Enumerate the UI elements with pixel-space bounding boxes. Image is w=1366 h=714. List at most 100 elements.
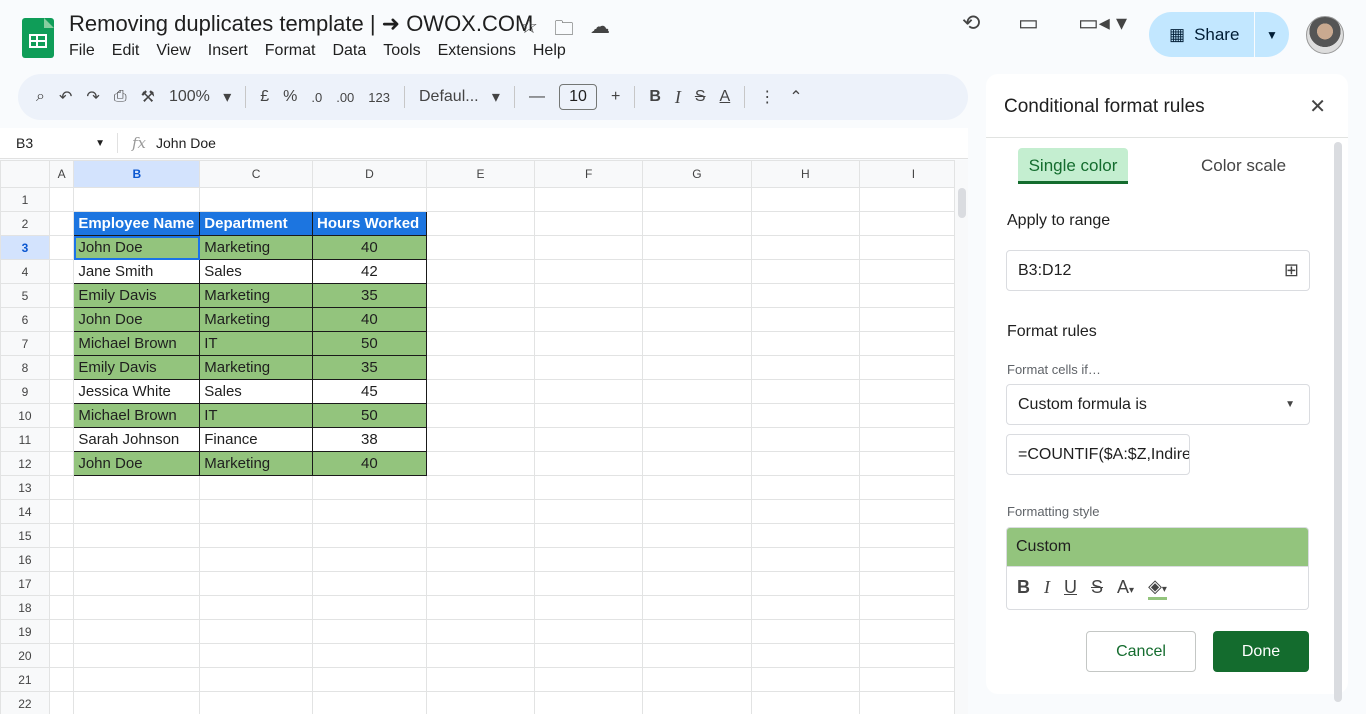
redo-icon[interactable]: ↷ xyxy=(86,82,99,112)
increase-decimal-button[interactable]: .00 xyxy=(336,82,354,112)
cell[interactable] xyxy=(534,571,644,596)
menu-item-insert[interactable]: Insert xyxy=(208,42,248,60)
cell[interactable] xyxy=(534,355,644,380)
cell[interactable]: Emily Davis xyxy=(73,283,201,308)
cell[interactable] xyxy=(750,619,860,644)
panel-scrollbar[interactable] xyxy=(1334,142,1342,702)
row-header[interactable]: 22 xyxy=(0,691,50,714)
cell[interactable] xyxy=(750,643,860,668)
column-header[interactable]: D xyxy=(311,160,427,188)
cell[interactable] xyxy=(199,619,313,644)
row-header[interactable]: 9 xyxy=(0,379,50,404)
cell[interactable]: 42 xyxy=(311,259,427,284)
cell[interactable] xyxy=(534,211,644,236)
grid-select-icon[interactable]: ⊞ xyxy=(1284,260,1299,281)
cell[interactable] xyxy=(48,475,75,500)
row-header[interactable]: 17 xyxy=(0,571,50,596)
header-cell[interactable]: Department xyxy=(199,211,313,236)
cell[interactable] xyxy=(642,499,752,524)
bold-icon[interactable]: B xyxy=(649,82,661,112)
row-header[interactable]: 12 xyxy=(0,451,50,476)
currency-format-button[interactable]: £ xyxy=(260,82,269,112)
condition-select[interactable]: Custom formula is ▼ xyxy=(1006,384,1310,425)
cell[interactable] xyxy=(425,331,536,356)
cell[interactable] xyxy=(199,187,313,212)
text-color-icon[interactable]: A▾ xyxy=(1117,577,1134,598)
fill-color-icon[interactable]: ◈▾ xyxy=(1148,576,1167,600)
search-menus-icon[interactable]: ⌕ xyxy=(36,82,45,112)
cell[interactable] xyxy=(311,619,427,644)
column-header[interactable]: F xyxy=(534,160,644,188)
cell[interactable] xyxy=(750,427,860,452)
cell[interactable] xyxy=(48,235,75,260)
cell[interactable] xyxy=(750,331,860,356)
row-header[interactable]: 14 xyxy=(0,499,50,524)
meet-video-icon[interactable]: ▭◂ ▾ xyxy=(1078,10,1127,36)
cell[interactable] xyxy=(425,691,536,714)
vertical-scrollbar[interactable] xyxy=(954,160,968,714)
menu-item-format[interactable]: Format xyxy=(265,42,316,60)
cloud-status-icon[interactable]: ☁ xyxy=(590,14,610,48)
cell[interactable] xyxy=(858,499,968,524)
cell[interactable] xyxy=(425,499,536,524)
italic-icon[interactable]: I xyxy=(1044,577,1050,598)
cell[interactable] xyxy=(73,595,201,620)
cancel-button[interactable]: Cancel xyxy=(1086,631,1196,672)
row-header[interactable]: 21 xyxy=(0,667,50,692)
cell[interactable] xyxy=(425,523,536,548)
cell[interactable]: Michael Brown xyxy=(73,331,201,356)
cell[interactable]: IT xyxy=(199,403,313,428)
cell[interactable] xyxy=(311,643,427,668)
cell[interactable] xyxy=(858,451,968,476)
cell[interactable] xyxy=(642,571,752,596)
cell[interactable] xyxy=(311,571,427,596)
cell[interactable] xyxy=(48,259,75,284)
formula-input[interactable]: John Doe xyxy=(156,135,216,151)
cell[interactable]: Marketing xyxy=(199,451,313,476)
cell[interactable] xyxy=(73,619,201,644)
cell[interactable] xyxy=(642,187,752,212)
cell[interactable] xyxy=(425,355,536,380)
select-all-corner[interactable] xyxy=(0,160,50,188)
cell[interactable] xyxy=(858,667,968,692)
comments-icon[interactable]: ▭ xyxy=(1018,10,1039,36)
cell[interactable] xyxy=(311,547,427,572)
cell[interactable] xyxy=(750,355,860,380)
cell[interactable]: 50 xyxy=(311,403,427,428)
cell[interactable] xyxy=(48,403,75,428)
cell[interactable] xyxy=(642,667,752,692)
cell[interactable] xyxy=(48,499,75,524)
cell[interactable] xyxy=(48,595,75,620)
cell[interactable] xyxy=(642,595,752,620)
hide-menus-icon[interactable]: ⌃ xyxy=(789,82,802,112)
column-header[interactable]: I xyxy=(858,160,968,188)
bold-icon[interactable]: B xyxy=(1017,577,1030,598)
cell[interactable] xyxy=(425,235,536,260)
column-header[interactable]: A xyxy=(48,160,75,188)
cell[interactable] xyxy=(858,211,968,236)
cell[interactable] xyxy=(199,499,313,524)
cell[interactable] xyxy=(425,451,536,476)
cell[interactable] xyxy=(311,691,427,714)
text-color-icon[interactable]: A xyxy=(720,82,731,112)
menu-item-file[interactable]: File xyxy=(69,42,95,60)
cell[interactable] xyxy=(534,451,644,476)
cell[interactable] xyxy=(311,499,427,524)
cell[interactable] xyxy=(642,355,752,380)
cell[interactable] xyxy=(425,619,536,644)
cell[interactable] xyxy=(750,235,860,260)
cell[interactable] xyxy=(642,619,752,644)
cell[interactable] xyxy=(199,643,313,668)
zoom-select[interactable]: 100% ▾ xyxy=(169,82,231,112)
cell[interactable] xyxy=(750,523,860,548)
row-header[interactable]: 5 xyxy=(0,283,50,308)
row-header[interactable]: 8 xyxy=(0,355,50,380)
cell[interactable] xyxy=(48,307,75,332)
cell[interactable] xyxy=(425,667,536,692)
cell[interactable] xyxy=(73,499,201,524)
cell[interactable] xyxy=(48,547,75,572)
cell[interactable] xyxy=(425,427,536,452)
cell[interactable] xyxy=(534,547,644,572)
cell[interactable] xyxy=(858,523,968,548)
column-header[interactable]: B xyxy=(73,160,201,188)
